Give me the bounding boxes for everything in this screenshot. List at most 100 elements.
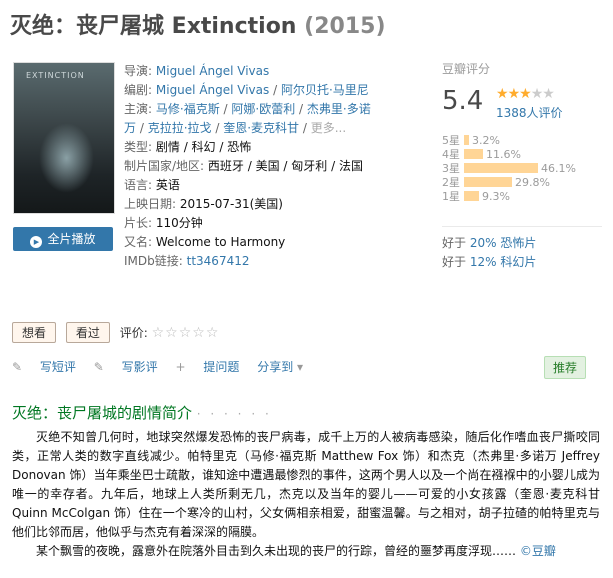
chevron-down-icon: ▾ (297, 360, 304, 374)
cast-link[interactable]: 阿娜·欧蕾利 (231, 102, 295, 116)
director-row: 导演: Miguel Ángel Vivas (124, 62, 424, 81)
cast-row-2: 万 / 克拉拉·拉戈 / 奎恩·麦克科甘 / 更多... (124, 119, 424, 138)
share-link[interactable]: 分享到 (257, 360, 293, 374)
country-label: 制片国家/地区: (124, 159, 205, 173)
short-review-link[interactable]: 写短评 (40, 360, 76, 374)
director-link[interactable]: Miguel Ángel Vivas (156, 64, 269, 78)
separator: / (136, 121, 148, 135)
rating-bar-row: 4星 11.6% (442, 146, 602, 161)
cast-link[interactable]: 杰弗里·多诺 (307, 102, 371, 116)
star-icon: ★ (496, 86, 509, 102)
genre-row: 类型: 剧情 / 科幻 / 恐怖 (124, 138, 424, 157)
better-row: 好于 12% 科幻片 (442, 253, 536, 272)
rate-star-icon[interactable]: ☆ (152, 325, 166, 341)
votes-link[interactable]: 1388人评价 (496, 104, 563, 121)
cast-link[interactable]: 马修·福克斯 (156, 102, 220, 116)
rate-star-icon[interactable]: ☆ (179, 325, 193, 341)
play-full-button[interactable]: ▶ 全片播放 (13, 227, 113, 251)
movie-poster[interactable]: EXTINCTION (13, 62, 115, 214)
rating-stars: ★★★★★ (496, 86, 555, 102)
write-short-review[interactable]: ✎ 写短评 (12, 360, 76, 374)
rating-bar-label: 1星 (442, 190, 460, 203)
rating-panel: 豆瓣评分 5.4 ★★★★★ 1388人评价 (442, 60, 602, 120)
rating-bar (464, 135, 469, 145)
plus-icon: + (175, 360, 186, 374)
movie-year: (2015) (304, 14, 386, 39)
writer-label: 编剧: (124, 83, 153, 97)
writer-link[interactable]: 阿尔贝托·马里尼 (281, 83, 369, 97)
douban-credit-link[interactable]: ©豆瓣 (520, 544, 556, 558)
writer-link[interactable]: Miguel Ángel Vivas (156, 83, 269, 97)
share-dropdown[interactable]: 分享到 ▾ (257, 360, 317, 374)
rating-bar-row: 5星 3.2% (442, 132, 602, 147)
review-link[interactable]: 写影评 (122, 360, 158, 374)
play-icon: ▶ (30, 236, 43, 248)
movie-title: 灭绝：丧尸屠城 Extinction (2015) (10, 8, 386, 40)
cast-label: 主演: (124, 102, 153, 116)
movie-info: 导演: Miguel Ángel Vivas 编剧: Miguel Ángel … (124, 62, 424, 271)
imdb-link[interactable]: tt3467412 (187, 254, 250, 268)
writer-row: 编剧: Miguel Ángel Vivas / 阿尔贝托·马里尼 (124, 81, 424, 100)
summary-paragraph: 灭绝不知曾几何时，地球突然爆发恐怖的丧尸病毒，成千上万的人被病毒感染，随后化作嗜… (12, 430, 600, 539)
cast-link[interactable]: 奎恩·麦克科甘 (223, 121, 299, 135)
release-label: 上映日期: (124, 197, 177, 211)
better-link[interactable]: 12% 科幻片 (470, 255, 537, 269)
recommend-button[interactable]: 推荐 (543, 356, 586, 379)
rating-bar (464, 191, 479, 201)
star-icon: ★ (507, 86, 521, 102)
separator: / (211, 121, 224, 135)
summary-heading: 灭绝：丧尸屠城的剧情简介 · · · · · · (12, 402, 272, 423)
rating-breakdown: 5星 3.2% 4星 11.6% 3星 46.1% 2星 29.8% 1星 9.3% (442, 132, 602, 203)
summary-paragraph-text: 某个飘雪的夜晚，露意外在院落外目击到久未出现的丧尸的行踪，曾经的噩梦再度浮现…… (36, 544, 517, 558)
watched-button[interactable]: 看过 (65, 322, 110, 343)
want-to-watch-button[interactable]: 想看 (12, 322, 57, 343)
genre-value: 剧情 / 科幻 / 恐怖 (155, 140, 252, 154)
rate-star-icon[interactable]: ☆ (192, 325, 206, 341)
divider (442, 226, 602, 227)
language-value: 英语 (155, 178, 180, 192)
imdb-label: IMDb链接: (124, 254, 183, 268)
release-row: 上映日期: 2015-07-31(美国) (124, 195, 424, 214)
better-link[interactable]: 20% 恐怖片 (470, 236, 537, 250)
runtime-label: 片长: (124, 216, 153, 230)
rating-bar-percent: 9.3% (482, 190, 510, 203)
question-link[interactable]: 提问题 (203, 360, 239, 374)
pencil-icon: ✎ (93, 360, 104, 374)
director-label: 导演: (124, 64, 153, 78)
rating-bar (464, 149, 483, 159)
country-row: 制片国家/地区: 西班牙 / 美国 / 匈牙利 / 法国 (124, 157, 424, 176)
summary-paragraph-2: 某个飘雪的夜晚，露意外在院落外目击到久未出现的丧尸的行踪，曾经的噩梦再度浮现……… (12, 542, 600, 561)
rating-bar (464, 177, 512, 187)
separator: / (299, 121, 311, 135)
better-prefix: 好于 (442, 236, 467, 250)
star-empty-icon: ★ (542, 86, 555, 102)
write-review[interactable]: ✎ 写影评 (94, 360, 158, 374)
rating-bar (464, 163, 538, 173)
rate-star-icon[interactable]: ☆ (206, 325, 220, 341)
my-rating: 评价: ☆☆☆☆☆ (120, 324, 220, 341)
rating-score: 5.4 (442, 86, 484, 116)
cast-link[interactable]: 万 (124, 121, 136, 135)
more-cast-link[interactable]: 更多... (311, 121, 346, 135)
language-row: 语言: 英语 (124, 176, 424, 195)
cast-link[interactable]: 克拉拉·拉戈 (148, 121, 212, 135)
better-row: 好于 20% 恐怖片 (442, 234, 536, 253)
separator: / (219, 102, 232, 116)
poster-figure (39, 123, 94, 193)
pencil-icon: ✎ (12, 360, 23, 374)
poster-caption: EXTINCTION (26, 71, 85, 80)
rate-star-icon[interactable]: ☆ (165, 325, 179, 341)
genre-label: 类型: (124, 140, 153, 154)
summary-dots: · · · · · · (196, 407, 272, 421)
summary-title: 灭绝：丧尸屠城的剧情简介 (12, 404, 193, 422)
language-label: 语言: (124, 178, 153, 192)
release-value: 2015-07-31(美国) (179, 197, 283, 211)
star-empty-icon: ★ (530, 86, 544, 102)
movie-name: 灭绝：丧尸屠城 Extinction (10, 14, 297, 39)
aka-value: Welcome to Harmony (155, 235, 286, 249)
summary-text: 灭绝不知曾几何时，地球突然爆发恐怖的丧尸病毒，成千上万的人被病毒感染，随后化作嗜… (12, 428, 600, 561)
runtime-row: 片长: 110分钟 (124, 214, 424, 233)
star-icon: ★ (519, 86, 532, 102)
action-bar: ✎ 写短评 ✎ 写影评 + 提问题 分享到 ▾ 推荐 (12, 356, 600, 379)
ask-question[interactable]: + 提问题 (175, 360, 239, 374)
